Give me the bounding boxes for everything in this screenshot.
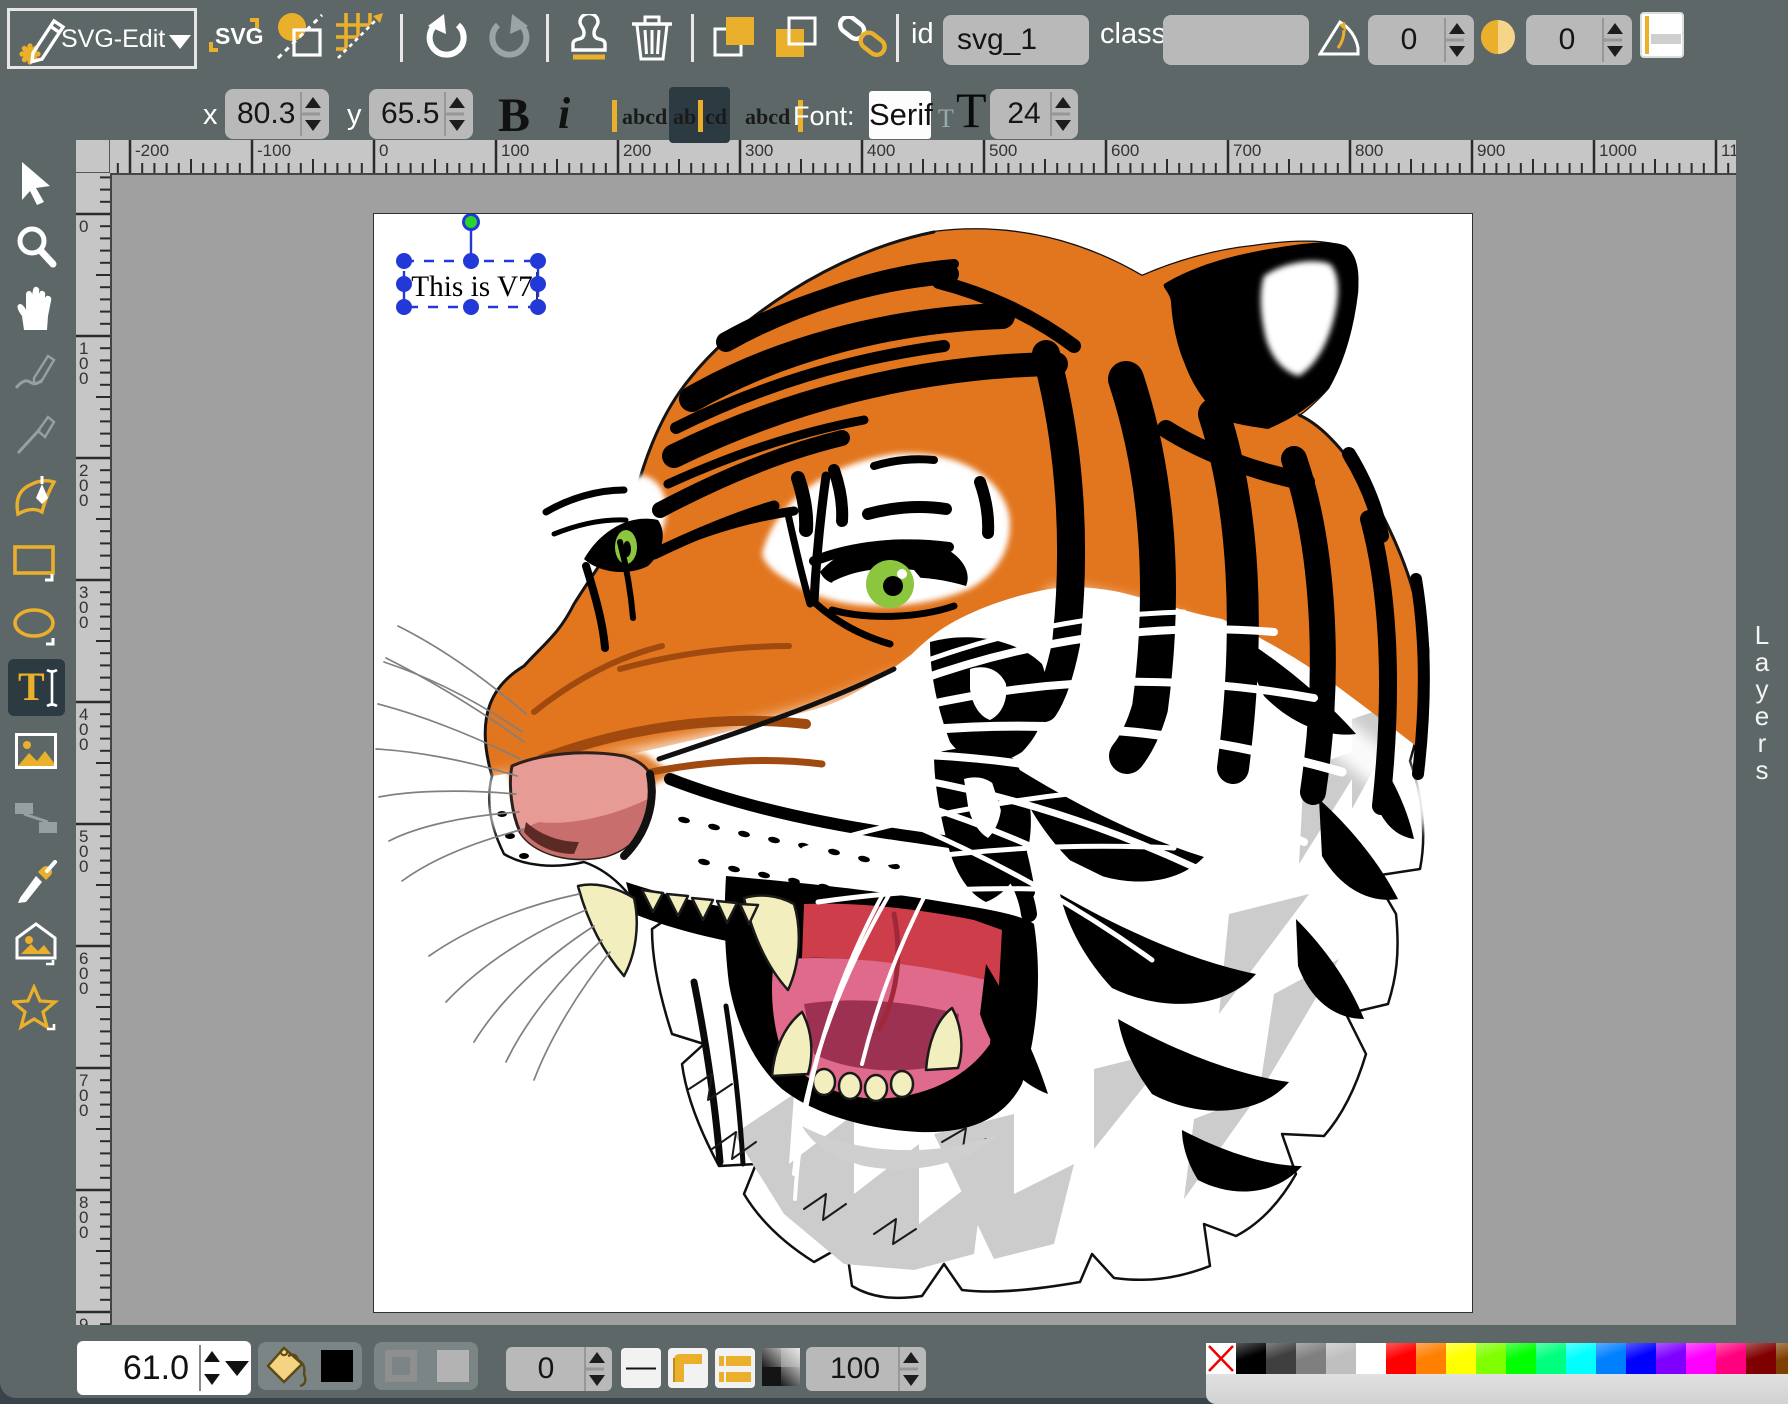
- svg-text:800: 800: [1355, 141, 1383, 160]
- svg-text:abcd: abcd: [622, 104, 667, 129]
- svg-text:0: 0: [79, 857, 88, 876]
- svg-text:700: 700: [1233, 141, 1261, 160]
- svg-text:900: 900: [1477, 141, 1505, 160]
- svg-text:0: 0: [79, 979, 88, 998]
- svg-text:0: 0: [79, 1223, 88, 1242]
- svg-text:500: 500: [989, 141, 1017, 160]
- svg-text:-200: -200: [135, 141, 169, 160]
- svg-text:0: 0: [79, 217, 88, 236]
- svg-text:300: 300: [745, 141, 773, 160]
- svg-text:9: 9: [79, 1315, 88, 1325]
- svg-text:abcd: abcd: [745, 104, 790, 129]
- svg-text:0: 0: [79, 369, 88, 388]
- svg-text:100: 100: [501, 141, 529, 160]
- svg-text:This is V7: This is V7: [411, 271, 533, 303]
- svg-text:200: 200: [623, 141, 651, 160]
- svg-text:0: 0: [79, 613, 88, 632]
- svg-text:0: 0: [79, 735, 88, 754]
- svg-text:cd: cd: [705, 104, 727, 129]
- svg-text:1100: 1100: [1721, 141, 1736, 160]
- svg-text:ab: ab: [673, 104, 696, 129]
- svg-text:600: 600: [1111, 141, 1139, 160]
- svg-text:1000: 1000: [1599, 141, 1637, 160]
- svg-text:0: 0: [79, 491, 88, 510]
- svg-text:0: 0: [79, 1101, 88, 1120]
- svg-text:0: 0: [379, 141, 388, 160]
- svg-text:400: 400: [867, 141, 895, 160]
- svg-text:-100: -100: [257, 141, 291, 160]
